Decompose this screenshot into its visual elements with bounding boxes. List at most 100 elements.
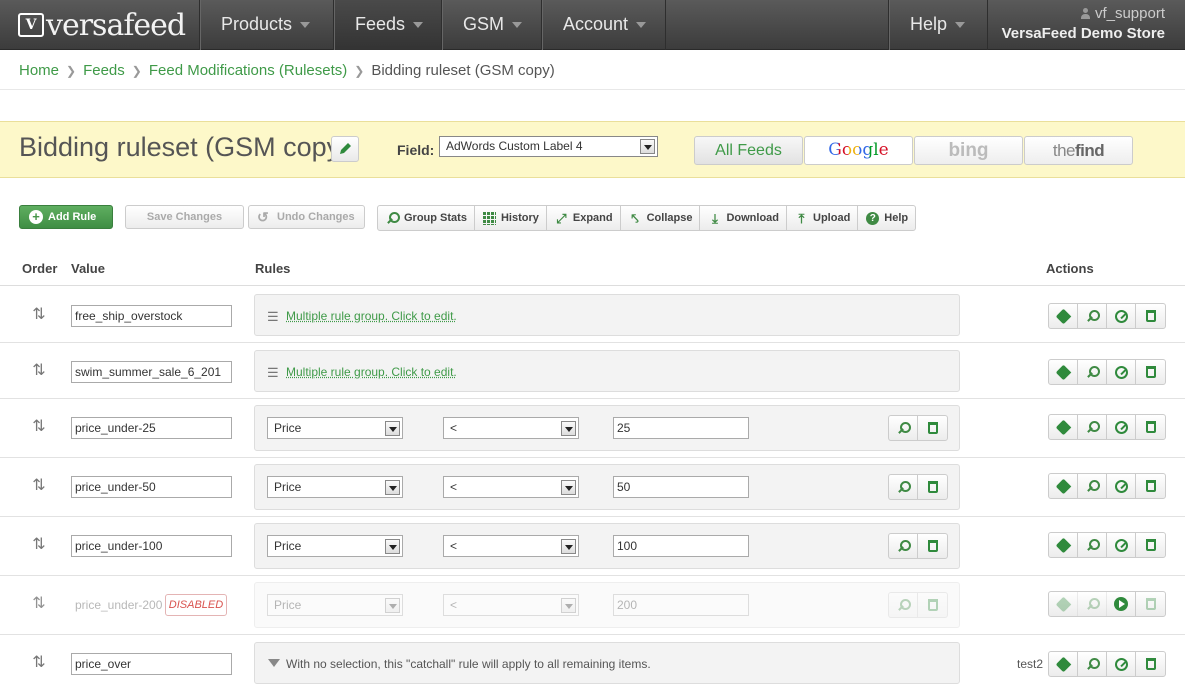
chevron-down-icon — [385, 539, 400, 554]
rule-group-box[interactable]: ☰ Multiple rule group. Click to edit. — [254, 294, 960, 336]
value-input[interactable]: price_under-50 — [71, 476, 232, 498]
bing-feed-button[interactable]: bing — [914, 136, 1023, 165]
versafeed-logo[interactable]: V versafeed — [18, 8, 186, 43]
search-icon — [1086, 420, 1100, 434]
upload-button[interactable]: ⤒ Upload — [787, 206, 859, 230]
rule-field-select[interactable]: Price — [267, 476, 403, 498]
disable-button[interactable] — [1107, 304, 1136, 328]
rule-value-input[interactable]: 200 — [613, 594, 749, 616]
rule-delete-button[interactable] — [918, 416, 947, 440]
add-rule-button[interactable]: + Add Rule — [19, 205, 113, 229]
disable-button[interactable] — [1107, 652, 1136, 676]
delete-button[interactable] — [1136, 592, 1165, 616]
breadcrumb-feed-modifications[interactable]: Feed Modifications (Rulesets) — [149, 62, 347, 79]
nav-account[interactable]: Account — [541, 0, 666, 50]
tag-button[interactable] — [1049, 592, 1078, 616]
value-input[interactable]: price_under-200 — [71, 594, 166, 616]
tag-button[interactable] — [1049, 474, 1078, 498]
rule-field-select[interactable]: Price — [267, 594, 403, 616]
rule-operator-select[interactable]: < — [443, 535, 579, 557]
tag-icon — [1055, 537, 1071, 553]
tag-button[interactable] — [1049, 652, 1078, 676]
rule-inspect-button[interactable] — [889, 475, 918, 499]
inspect-button[interactable] — [1078, 533, 1107, 557]
tag-button[interactable] — [1049, 533, 1078, 557]
tag-button[interactable] — [1049, 360, 1078, 384]
rule-delete-button[interactable] — [918, 475, 947, 499]
rule-delete-button[interactable] — [918, 534, 947, 558]
account-info[interactable]: vf_support VersaFeed Demo Store — [1002, 5, 1165, 42]
value-input[interactable]: free_ship_overstock — [71, 305, 232, 327]
drag-handle-icon[interactable]: ⇅ — [30, 361, 48, 381]
help-button[interactable]: ? Help — [858, 206, 915, 230]
rule-delete-button[interactable] — [918, 593, 947, 617]
value-input[interactable]: swim_summer_sale_6_201 — [71, 361, 232, 383]
disable-button[interactable] — [1107, 415, 1136, 439]
rule-value-input[interactable]: 50 — [613, 476, 749, 498]
nav-products[interactable]: Products — [199, 0, 333, 50]
rule-inspect-button[interactable] — [889, 534, 918, 558]
delete-button[interactable] — [1136, 533, 1165, 557]
inspect-button[interactable] — [1078, 474, 1107, 498]
rule-operator-select[interactable]: < — [443, 417, 579, 439]
rule-value-input[interactable]: 100 — [613, 535, 749, 557]
edit-rule-group-link[interactable]: Multiple rule group. Click to edit. — [286, 365, 457, 379]
field-select[interactable]: AdWords Custom Label 4 — [439, 136, 658, 157]
thefind-feed-button[interactable]: thefind — [1024, 136, 1133, 165]
drag-handle-icon[interactable]: ⇅ — [30, 417, 48, 437]
rule-group-box[interactable]: ☰ Multiple rule group. Click to edit. — [254, 350, 960, 392]
rule-value-input[interactable]: 25 — [613, 417, 749, 439]
rule-field-select[interactable]: Price — [267, 535, 403, 557]
disable-button[interactable] — [1107, 360, 1136, 384]
inspect-button[interactable] — [1078, 304, 1107, 328]
column-value: Value — [71, 261, 105, 276]
rule-operator-select[interactable]: < — [443, 476, 579, 498]
breadcrumb-home[interactable]: Home — [19, 62, 59, 79]
collapse-icon: ⤣ — [631, 210, 639, 226]
disable-button[interactable] — [1107, 474, 1136, 498]
drag-handle-icon[interactable]: ⇅ — [30, 653, 48, 673]
inspect-button[interactable] — [1078, 360, 1107, 384]
drag-handle-icon[interactable]: ⇅ — [30, 594, 48, 614]
top-nav: V versafeed Products Feeds GSM Account H… — [0, 0, 1185, 50]
drag-handle-icon[interactable]: ⇅ — [30, 305, 48, 325]
expand-button[interactable]: ⤢ Expand — [547, 206, 621, 230]
group-stats-button[interactable]: Group Stats — [378, 206, 475, 230]
delete-button[interactable] — [1136, 360, 1165, 384]
tag-button[interactable] — [1049, 415, 1078, 439]
google-feed-button[interactable]: Google — [804, 136, 913, 165]
delete-button[interactable] — [1136, 474, 1165, 498]
nav-gsm[interactable]: GSM — [441, 0, 541, 50]
inspect-button[interactable] — [1078, 592, 1107, 616]
value-input[interactable]: price_under-25 — [71, 417, 232, 439]
history-button[interactable]: History — [475, 206, 547, 230]
rule-field-select[interactable]: Price — [267, 417, 403, 439]
download-button[interactable]: ⤓ Download — [700, 206, 788, 230]
collapse-button[interactable]: ⤣ Collapse — [621, 206, 701, 230]
edit-rule-group-link[interactable]: Multiple rule group. Click to edit. — [286, 309, 457, 323]
disable-icon — [1114, 420, 1128, 434]
all-feeds-button[interactable]: All Feeds — [694, 136, 803, 165]
rule-operator-select[interactable]: < — [443, 594, 579, 616]
undo-changes-button[interactable]: ↺ Undo Changes — [248, 205, 365, 229]
drag-handle-icon[interactable]: ⇅ — [30, 535, 48, 555]
inspect-button[interactable] — [1078, 652, 1107, 676]
delete-button[interactable] — [1136, 415, 1165, 439]
save-changes-button[interactable]: Save Changes — [125, 205, 244, 229]
drag-handle-icon[interactable]: ⇅ — [30, 476, 48, 496]
delete-button[interactable] — [1136, 652, 1165, 676]
rule-inspect-button[interactable] — [889, 416, 918, 440]
enable-button[interactable] — [1107, 592, 1136, 616]
value-input[interactable]: price_over — [71, 653, 232, 675]
nav-feeds[interactable]: Feeds — [333, 0, 441, 50]
inspect-button[interactable] — [1078, 415, 1107, 439]
delete-button[interactable] — [1136, 304, 1165, 328]
tag-button[interactable] — [1049, 304, 1078, 328]
nav-help[interactable]: Help — [888, 0, 988, 50]
edit-title-button[interactable] — [331, 136, 359, 162]
rule-inspect-button[interactable] — [889, 593, 918, 617]
chevron-right-icon: ❯ — [354, 63, 365, 78]
breadcrumb-feeds[interactable]: Feeds — [83, 62, 125, 79]
value-input[interactable]: price_under-100 — [71, 535, 232, 557]
disable-button[interactable] — [1107, 533, 1136, 557]
